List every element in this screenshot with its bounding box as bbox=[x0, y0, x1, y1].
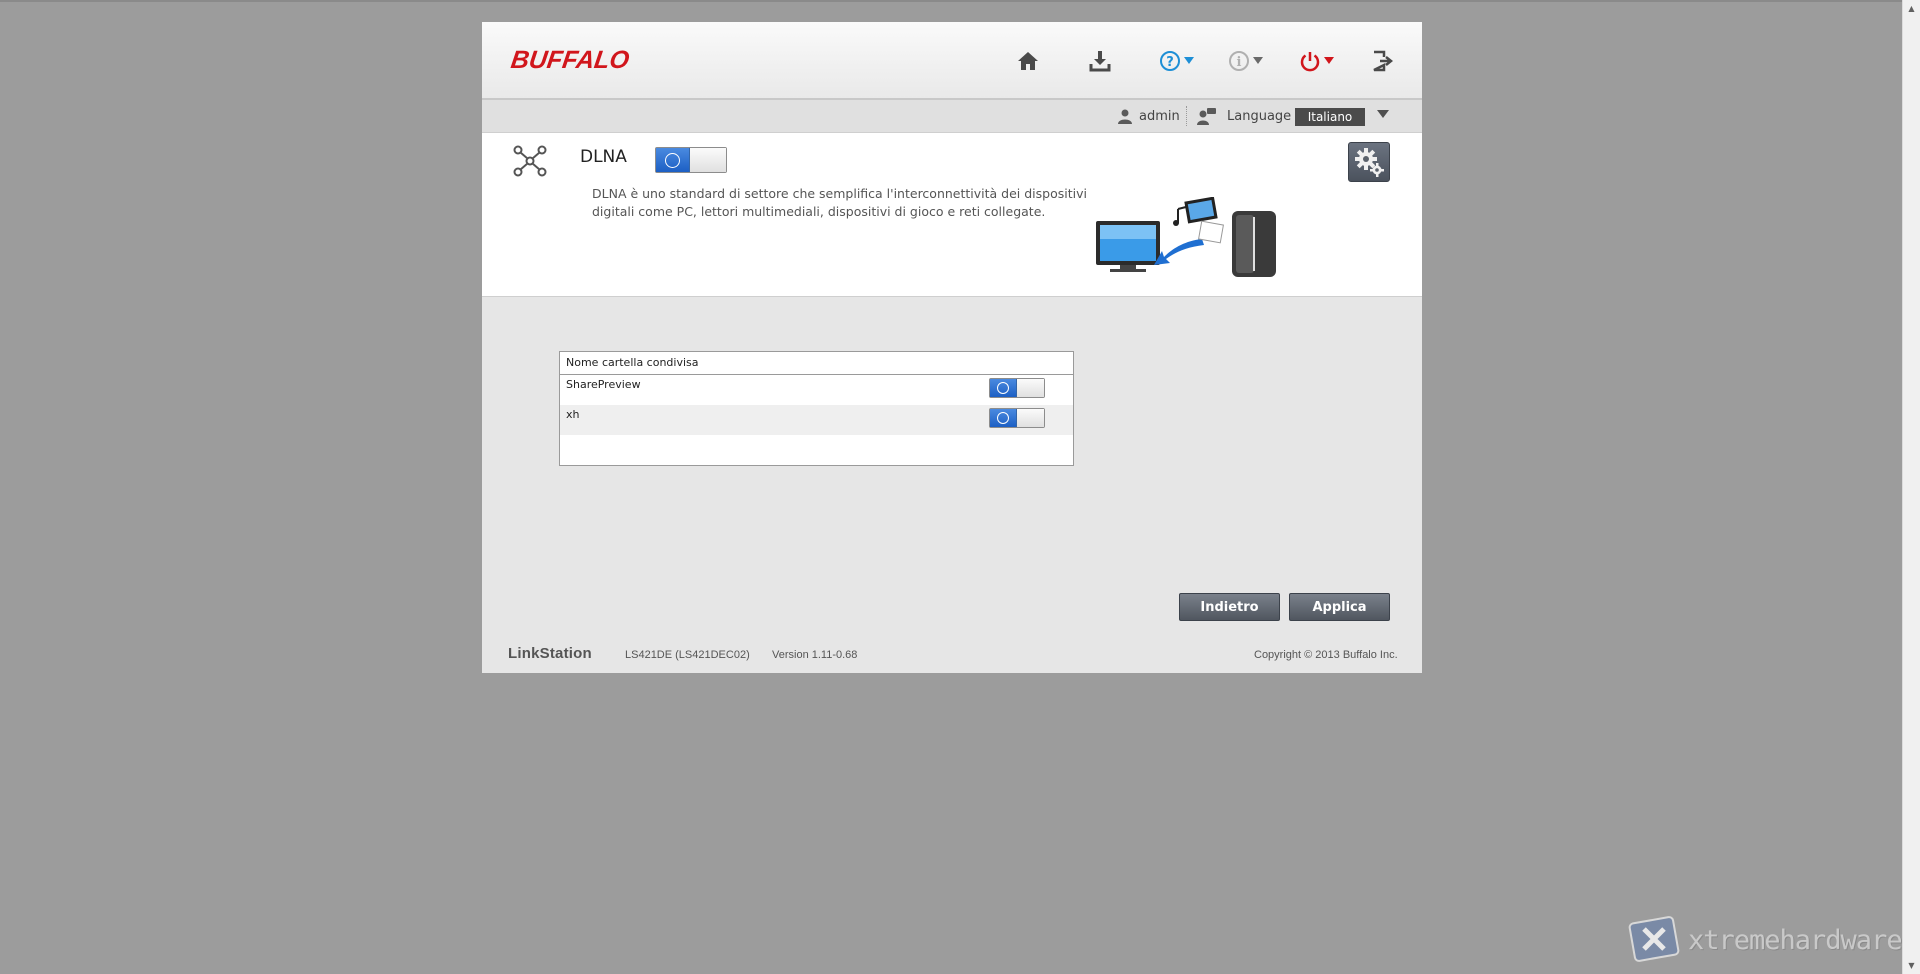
logout-icon[interactable] bbox=[1371, 46, 1395, 76]
help-icon[interactable]: ? bbox=[1159, 46, 1199, 76]
watermark: xtremehardware.com bbox=[1626, 910, 1920, 970]
page-scrollbar[interactable]: ▲ ▼ bbox=[1902, 0, 1920, 974]
copyright-label: Copyright © 2013 Buffalo Inc. bbox=[1254, 649, 1398, 661]
user-icon bbox=[1118, 109, 1132, 124]
share-name: xh bbox=[566, 408, 580, 421]
table-row: SharePreview bbox=[560, 375, 1073, 405]
brand-logo: BUFFALO bbox=[509, 46, 632, 74]
watermark-logo-icon bbox=[1628, 916, 1680, 962]
scroll-up-icon[interactable]: ▲ bbox=[1903, 0, 1920, 17]
power-icon[interactable] bbox=[1299, 46, 1339, 76]
share-toggle[interactable] bbox=[989, 408, 1045, 428]
apply-button[interactable]: Applica bbox=[1289, 593, 1390, 621]
window-top-edge bbox=[0, 0, 1903, 2]
table-header: Nome cartella condivisa bbox=[560, 352, 1073, 375]
dlna-section: DLNA DLNA è uno standard di settore che … bbox=[482, 133, 1422, 297]
info-icon[interactable]: i bbox=[1228, 46, 1268, 76]
share-toggle[interactable] bbox=[989, 378, 1045, 398]
table-row: xh bbox=[560, 405, 1073, 435]
user-bar: admin Language Italiano bbox=[482, 100, 1422, 133]
dlna-illustration bbox=[1096, 197, 1276, 277]
gear-icon bbox=[1355, 148, 1384, 177]
dlna-description: DLNA è uno standard di settore che sempl… bbox=[592, 186, 1087, 219]
watermark-text: xtremehardware.com bbox=[1688, 924, 1920, 956]
language-label: Language bbox=[1227, 108, 1292, 124]
language-info: Language bbox=[1197, 100, 1291, 132]
dlna-toggle[interactable] bbox=[655, 147, 727, 173]
svg-text:i: i bbox=[1237, 55, 1242, 70]
download-icon[interactable] bbox=[1089, 46, 1111, 76]
username-label: admin bbox=[1139, 108, 1180, 124]
settings-button[interactable] bbox=[1348, 142, 1390, 182]
version-label: Version 1.11-0.68 bbox=[772, 649, 858, 661]
page-title: DLNA bbox=[580, 147, 627, 167]
share-name: SharePreview bbox=[566, 378, 641, 391]
header-bar: BUFFALO ? i bbox=[482, 22, 1422, 100]
scroll-down-icon[interactable]: ▼ bbox=[1903, 957, 1920, 974]
user-info: admin bbox=[1117, 100, 1180, 132]
divider bbox=[1186, 106, 1187, 126]
nas-admin-panel: BUFFALO ? i admin Language Italiano DLNA… bbox=[482, 22, 1422, 673]
network-icon bbox=[513, 145, 547, 177]
home-icon[interactable] bbox=[1017, 46, 1039, 76]
product-logo: LinkStation bbox=[508, 645, 592, 662]
back-button[interactable]: Indietro bbox=[1179, 593, 1280, 621]
shared-folders-table: Nome cartella condivisa SharePreview xh bbox=[559, 351, 1074, 466]
svg-text:?: ? bbox=[1166, 55, 1174, 70]
chevron-down-icon[interactable] bbox=[1377, 110, 1389, 118]
language-icon bbox=[1197, 108, 1216, 125]
model-label: LS421DE (LS421DEC02) bbox=[625, 649, 750, 661]
language-select[interactable]: Italiano bbox=[1295, 108, 1365, 126]
